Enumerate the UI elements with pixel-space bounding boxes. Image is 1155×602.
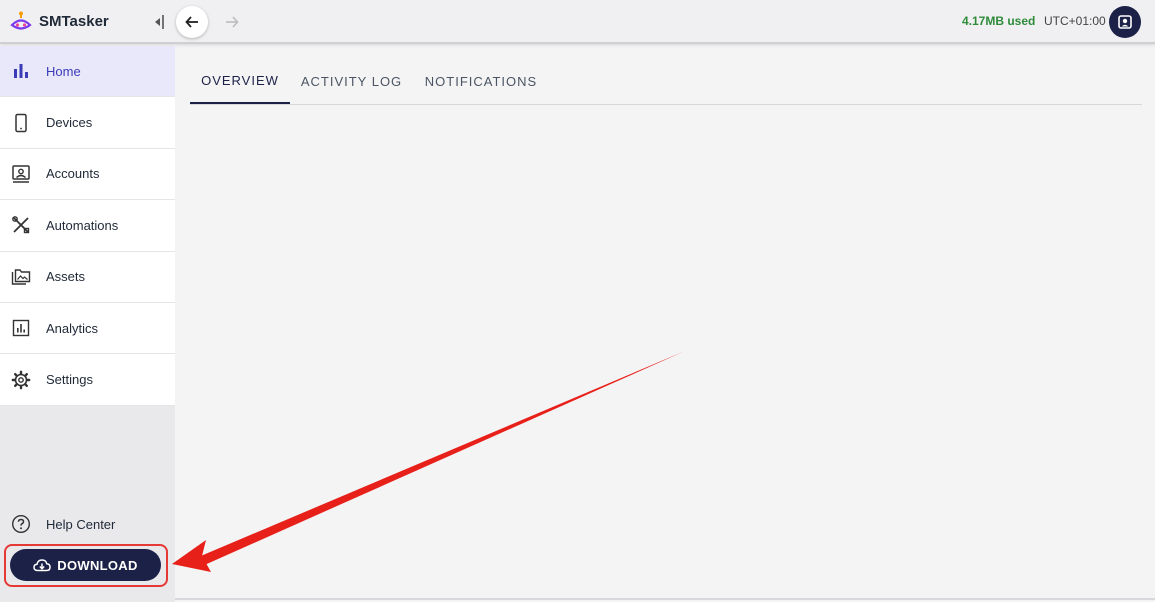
sidebar-item-label: Settings <box>46 372 93 388</box>
account-card-icon <box>12 165 30 183</box>
bottom-divider <box>175 598 1155 600</box>
sidebar-item-analytics[interactable]: Analytics <box>0 303 175 355</box>
forward-button[interactable] <box>216 6 248 38</box>
bar-chart-icon <box>14 64 28 79</box>
sidebar-item-accounts[interactable]: Accounts <box>0 149 175 201</box>
sidebar-menu: Home Devices Accounts Automations Assets… <box>0 46 175 406</box>
analytics-icon <box>12 319 30 337</box>
sidebar-item-label: Analytics <box>46 320 99 336</box>
tab-activity-log[interactable]: ACTIVITY LOG <box>294 58 409 104</box>
main-tabs: OVERVIEW ACTIVITY LOG NOTIFICATIONS <box>190 58 1142 105</box>
sidebar-item-automations[interactable]: Automations <box>0 200 175 252</box>
help-circle-icon <box>11 514 31 534</box>
tab-overview[interactable]: OVERVIEW <box>190 58 290 104</box>
sidebar-item-assets[interactable]: Assets <box>0 252 175 303</box>
avatar[interactable] <box>1109 6 1141 38</box>
tab-notifications[interactable]: NOTIFICATIONS <box>418 58 544 104</box>
tools-icon <box>12 216 30 234</box>
arrow-right-icon <box>226 16 239 28</box>
top-bar: SMTasker 4.17MB used UTC+01:00 <box>0 0 1155 44</box>
folder-image-icon <box>11 269 31 285</box>
help-center-link[interactable]: Help Center <box>0 512 175 536</box>
sidebar-item-label: Automations <box>46 217 119 233</box>
collapse-sidebar-icon[interactable] <box>153 12 167 32</box>
timezone-label: UTC+01:00 <box>1044 14 1106 28</box>
download-label: DOWNLOAD <box>57 557 138 573</box>
app-brand: SMTasker <box>39 13 109 30</box>
phone-icon <box>15 113 27 132</box>
gear-icon <box>11 370 31 389</box>
sidebar-item-devices[interactable]: Devices <box>0 97 175 149</box>
download-button[interactable]: DOWNLOAD <box>10 549 161 581</box>
sidebar-item-settings[interactable]: Settings <box>0 354 175 406</box>
help-center-label: Help Center <box>46 517 116 532</box>
sidebar-item-label: Devices <box>46 115 93 131</box>
storage-used: 4.17MB used <box>962 14 1036 28</box>
sidebar-item-label: Home <box>46 63 81 79</box>
sidebar-item-label: Assets <box>46 269 86 285</box>
download-highlight-box: DOWNLOAD <box>4 544 168 587</box>
sidebar-item-home[interactable]: Home <box>0 46 175 98</box>
back-button[interactable] <box>176 6 208 38</box>
arrow-left-icon <box>185 16 198 28</box>
cloud-download-icon <box>33 559 52 572</box>
account-box-icon <box>1118 15 1132 29</box>
sidebar: Home Devices Accounts Automations Assets… <box>0 46 175 602</box>
robot-logo-icon <box>10 11 32 30</box>
sidebar-item-label: Accounts <box>46 166 100 182</box>
